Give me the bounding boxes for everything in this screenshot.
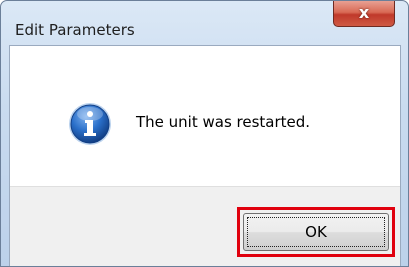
message-area: The unit was restarted.	[10, 46, 400, 186]
dialog-client-area: The unit was restarted. OK	[9, 45, 401, 266]
close-button[interactable]: x	[333, 1, 395, 27]
ok-button[interactable]: OK	[243, 213, 389, 251]
title-bar[interactable]: Edit Parameters x	[1, 1, 408, 45]
button-area: OK	[10, 186, 400, 266]
dialog-title: Edit Parameters	[15, 21, 135, 39]
dialog-window: Edit Parameters x The unit was restarted…	[0, 0, 409, 267]
ok-button-label: OK	[305, 223, 327, 241]
info-icon	[69, 103, 111, 145]
close-icon: x	[358, 3, 370, 22]
message-text: The unit was restarted.	[136, 113, 311, 131]
